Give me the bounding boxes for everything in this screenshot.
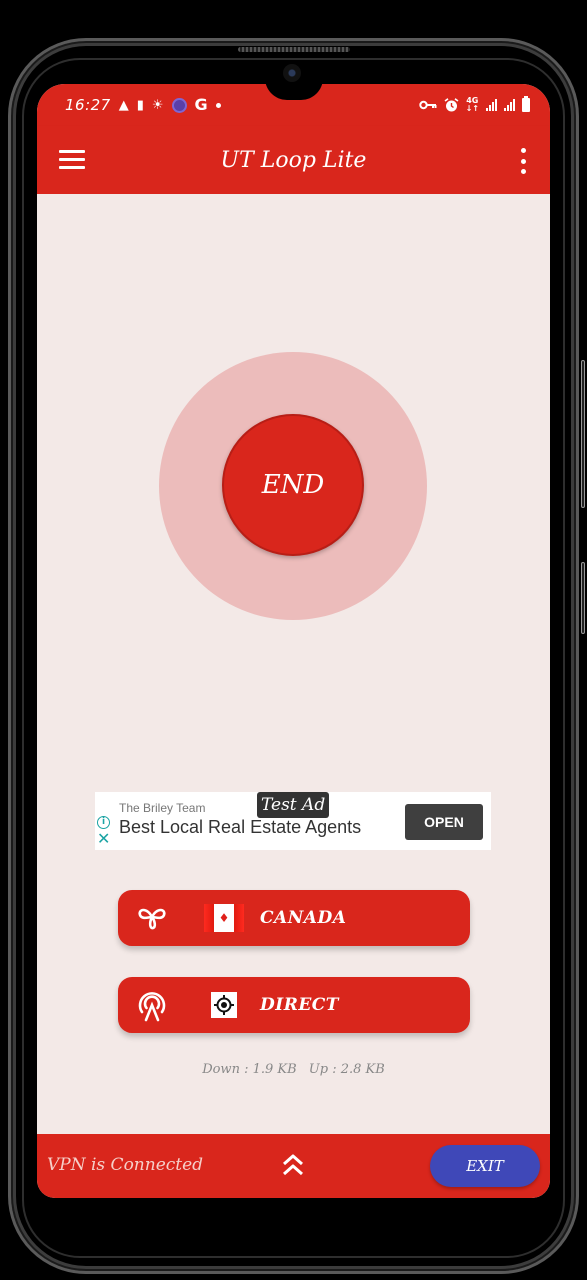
ad-info-icon[interactable]: i: [97, 816, 110, 829]
app-bar: UT Loop Lite: [37, 126, 550, 194]
hamburger-menu-icon[interactable]: [59, 150, 85, 170]
power-button: [581, 562, 585, 634]
canada-flag-icon: ♦: [204, 904, 244, 932]
ad-headline[interactable]: Best Local Real Estate Agents: [119, 817, 361, 838]
data-activity-label: ↓↑: [465, 104, 479, 113]
exit-button[interactable]: EXIT: [430, 1145, 540, 1187]
ad-close-icon[interactable]: ✕: [97, 831, 110, 847]
double-chevron-up-icon[interactable]: [281, 1152, 305, 1178]
google-icon: G: [194, 95, 208, 114]
broadcast-icon: [134, 987, 170, 1023]
upload-stat: Up : 2.8 KB: [308, 1062, 385, 1077]
status-time: 16:27: [65, 96, 111, 114]
target-icon: [211, 992, 237, 1018]
vpn-key-icon: [418, 100, 437, 110]
traffic-stats: Down : 1.9 KB Up : 2.8 KB: [37, 1062, 550, 1077]
test-ad-label: Test Ad: [257, 792, 330, 818]
end-connection-button[interactable]: END: [222, 414, 364, 556]
infinity-loop-icon: [134, 900, 170, 936]
mode-select-button[interactable]: DIRECT: [118, 977, 470, 1033]
dot-icon: [215, 102, 221, 108]
front-camera: [283, 64, 301, 82]
mode-label: DIRECT: [260, 995, 339, 1015]
ad-banner[interactable]: i ✕ The Briley Team Best Local Real Esta…: [95, 792, 491, 850]
server-select-button[interactable]: ♦ CANADA: [118, 890, 470, 946]
ad-open-button[interactable]: OPEN: [405, 804, 483, 840]
main-content: END i ✕ The Briley Team Best Local Real …: [37, 194, 550, 1134]
screen: 16:27 ▲ ▮ ☀ G 4G ↓↑ UT Loop Lite END i ✕…: [37, 84, 550, 1198]
signal-icon: [486, 99, 497, 111]
weather-icon: ☀: [151, 97, 164, 113]
vpn-status-text: VPN is Connected: [47, 1155, 204, 1175]
sd-card-icon: ▮: [136, 97, 144, 113]
4g-icon: 4G ↓↑: [466, 97, 479, 113]
warning-icon: ▲: [118, 97, 129, 113]
more-vert-icon[interactable]: [518, 148, 528, 174]
ad-advertiser: The Briley Team: [119, 801, 206, 815]
download-stat: Down : 1.9 KB: [202, 1062, 297, 1077]
alarm-icon: [444, 97, 459, 113]
app-title: UT Loop Lite: [220, 147, 367, 173]
app-badge-icon: [171, 97, 187, 113]
bottom-bar: VPN is Connected EXIT: [37, 1134, 550, 1198]
earpiece-speaker: [238, 47, 350, 52]
battery-icon: [522, 96, 530, 112]
volume-button: [581, 360, 585, 508]
server-label: CANADA: [260, 908, 347, 928]
signal-icon: [504, 99, 515, 111]
